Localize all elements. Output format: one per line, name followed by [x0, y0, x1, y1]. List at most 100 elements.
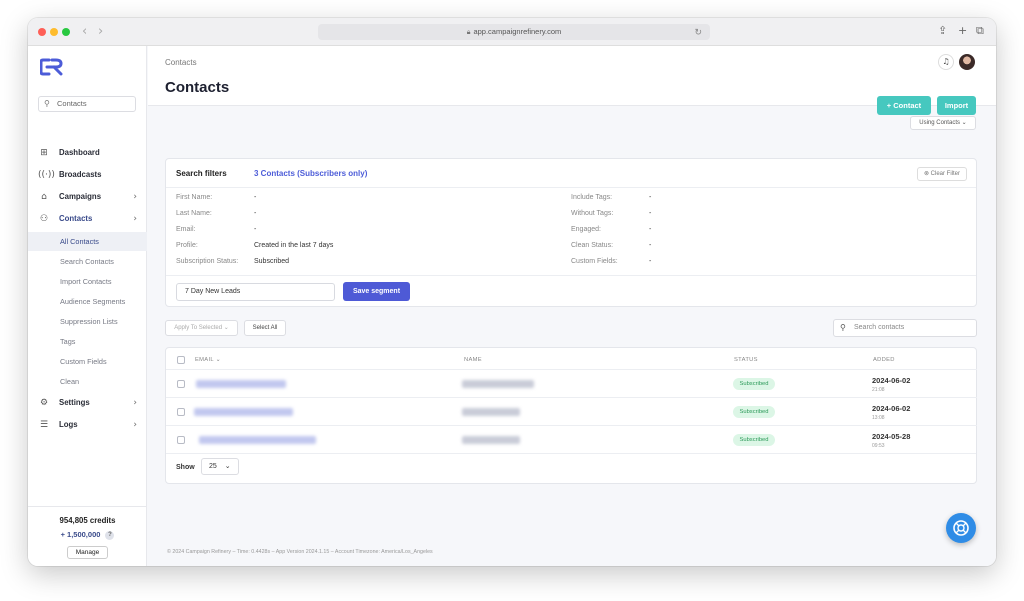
select-all-button[interactable]: Select All — [244, 320, 286, 336]
page-header — [148, 46, 996, 106]
help-button[interactable] — [946, 513, 976, 543]
contacts-table: EMAIL ⌄ NAME STATUS ADDED Subscribed 202… — [165, 347, 977, 484]
sidebar-subitem-all-contacts[interactable]: All Contacts — [28, 232, 147, 251]
address-bar[interactable]: 🔒︎ app.campaignrefinery.com ↻ — [318, 24, 710, 40]
sidebar-item-label: Contacts — [59, 214, 93, 223]
email-value[interactable] — [194, 408, 293, 416]
main-content: Contacts Contacts ♫ + Contact Import Usi… — [148, 46, 996, 566]
lock-icon: 🔒︎ — [466, 29, 471, 36]
filter-label: Custom Fields: — [571, 258, 618, 265]
import-button[interactable]: Import — [937, 96, 976, 115]
chevron-down-icon: › — [133, 214, 137, 224]
table-row[interactable]: Subscribed 2024-06-02 21:08 — [166, 369, 977, 397]
filter-value: - — [649, 242, 652, 249]
column-header-label: EMAIL — [195, 357, 214, 363]
column-header-email[interactable]: EMAIL ⌄ — [195, 357, 221, 363]
using-contacts-dropdown[interactable]: Using Contacts ⌄ — [910, 116, 976, 130]
divider — [166, 275, 976, 276]
new-tab-icon[interactable]: + — [958, 24, 967, 37]
sidebar-item-dashboard[interactable]: ⊞ Dashboard — [28, 144, 147, 162]
clear-filter-button[interactable]: ⊗ Clear Filter — [917, 167, 967, 181]
added-time: 09:53 — [872, 443, 885, 449]
search-contacts-input[interactable]: ⚲ Search contacts — [833, 319, 977, 337]
close-window-button[interactable] — [38, 28, 46, 36]
filter-value: Subscribed — [254, 258, 290, 265]
inbox-icon: ⌂ — [41, 192, 47, 202]
segment-name-input[interactable]: 7 Day New Leads — [176, 283, 335, 301]
table-row[interactable]: Subscribed 2024-05-28 09:53 — [166, 425, 977, 453]
chevron-down-icon: ⌄ — [961, 120, 967, 126]
added-date: 2024-06-02 — [872, 404, 911, 413]
email-value[interactable] — [199, 436, 316, 444]
sidebar-subitem-custom-fields[interactable]: Custom Fields — [28, 352, 147, 371]
filter-label: Clean Status: — [571, 242, 614, 249]
add-contact-button[interactable]: + Contact — [877, 96, 931, 115]
page-title: Contacts — [165, 79, 230, 96]
sidebar-item-settings[interactable]: ⚙ Settings › — [28, 394, 147, 412]
filter-result-count[interactable]: 3 Contacts (Subscribers only) — [254, 169, 367, 178]
sidebar-item-label: Settings — [59, 398, 90, 407]
name-value — [462, 380, 534, 388]
divider — [166, 187, 976, 188]
sidebar-subitem-audience-segments[interactable]: Audience Segments — [28, 292, 147, 311]
search-placeholder: Search contacts — [854, 324, 905, 331]
filter-label: Profile: — [176, 242, 198, 249]
brand-logo[interactable] — [39, 58, 64, 81]
save-segment-button[interactable]: Save segment — [343, 282, 410, 301]
gear-icon: ⚙ — [39, 398, 49, 408]
chevron-down-icon: ⌄ — [224, 463, 231, 470]
added-time: 13:08 — [872, 415, 885, 421]
sidebar-item-label: Logs — [59, 420, 78, 429]
status-badge: Subscribed — [733, 378, 775, 390]
sidebar-item-campaigns[interactable]: ⌂ Campaigns › — [28, 188, 147, 206]
page-size-select[interactable]: 25 ⌄ — [201, 458, 239, 475]
chevron-right-icon: › — [133, 420, 137, 430]
close-circle-icon: ⊗ — [923, 171, 931, 177]
sidebar-item-logs[interactable]: ☰ Logs › — [28, 416, 147, 434]
sidebar-subitem-clean[interactable]: Clean — [28, 372, 147, 391]
avatar[interactable] — [959, 54, 975, 70]
filter-label: Subscription Status: — [176, 258, 239, 265]
sidebar-subitem-search-contacts[interactable]: Search Contacts — [28, 252, 147, 271]
tabs-overview-icon[interactable]: ⧉ — [976, 24, 984, 38]
chevron-right-icon: › — [133, 398, 137, 408]
row-checkbox[interactable] — [177, 408, 185, 416]
clear-filter-label: Clear Filter — [930, 171, 961, 177]
search-filters-card: Search filters 3 Contacts (Subscribers o… — [165, 158, 977, 307]
select-all-checkbox[interactable] — [177, 356, 185, 364]
back-icon[interactable]: ‹ — [82, 24, 87, 39]
minimize-window-button[interactable] — [50, 28, 58, 36]
sidebar-subitem-suppression-lists[interactable]: Suppression Lists — [28, 312, 147, 331]
column-header-name: NAME — [464, 357, 482, 363]
sidebar-item-contacts[interactable]: ⚇ Contacts › — [28, 210, 147, 228]
row-checkbox[interactable] — [177, 380, 185, 388]
zoom-window-button[interactable] — [62, 28, 70, 36]
using-contacts-label: Using Contacts — [919, 120, 960, 126]
reload-icon[interactable]: ↻ — [694, 24, 702, 40]
filter-value: - — [649, 210, 652, 217]
name-value — [462, 408, 520, 416]
email-value[interactable] — [196, 380, 286, 388]
browser-window: ‹ › 🔒︎ app.campaignrefinery.com ↻ ⇪ + ⧉ ⚲… — [28, 18, 996, 566]
user-icon: ⚇ — [39, 214, 49, 224]
forward-icon[interactable]: › — [98, 24, 103, 39]
table-row[interactable]: Subscribed 2024-06-02 13:08 — [166, 397, 977, 425]
sidebar-item-label: Broadcasts — [59, 170, 102, 179]
sidebar-search-text: Contacts — [57, 99, 87, 108]
filter-label: Last Name: — [176, 210, 212, 217]
sidebar-item-broadcasts[interactable]: ((·)) Broadcasts — [28, 166, 147, 184]
sidebar-subitem-import-contacts[interactable]: Import Contacts — [28, 272, 147, 291]
credits-balance: 954,805 credits — [59, 516, 116, 525]
status-badge: Subscribed — [733, 434, 775, 446]
help-icon[interactable]: ? — [105, 530, 115, 540]
manage-button[interactable]: Manage — [66, 545, 109, 559]
sidebar-item-label: Campaigns — [59, 192, 102, 201]
row-checkbox[interactable] — [177, 436, 185, 444]
bell-icon[interactable]: ♫ — [938, 54, 954, 70]
apply-to-selected-label: Apply To Selected — [174, 325, 223, 331]
apply-to-selected-dropdown[interactable]: Apply To Selected ⌄ — [165, 320, 238, 336]
sidebar-search-input[interactable]: ⚲ Contacts — [38, 96, 136, 112]
share-icon[interactable]: ⇪ — [938, 24, 947, 37]
sidebar-subitem-tags[interactable]: Tags — [28, 332, 147, 351]
breadcrumb[interactable]: Contacts — [165, 58, 197, 67]
